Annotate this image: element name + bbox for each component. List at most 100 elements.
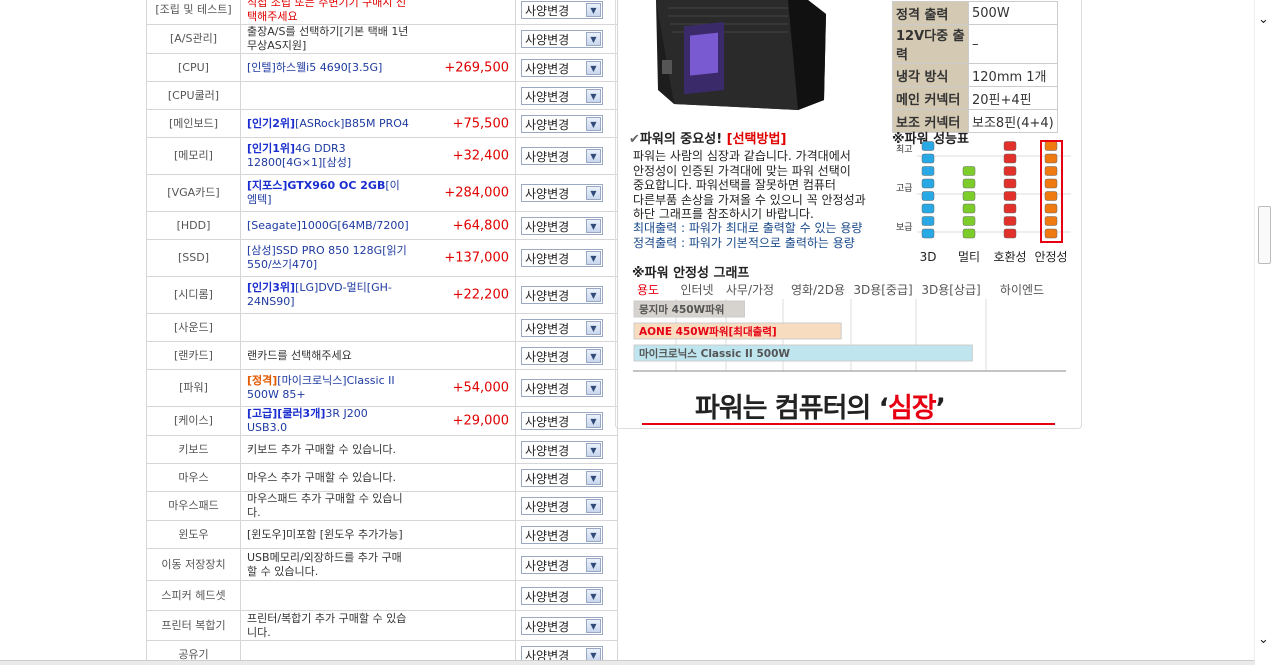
- option-name-part: [인기2위]: [247, 116, 296, 130]
- scroll-up-icon[interactable]: ⌄: [1255, 12, 1272, 27]
- spec-key: 정격 출력: [892, 1, 969, 25]
- slogan-highlight: 심장: [887, 393, 937, 424]
- chevron-down-icon[interactable]: ▼: [586, 149, 601, 163]
- select-value: 사양변경: [525, 558, 570, 573]
- spec-change-select[interactable]: 사양변경 ▼: [521, 184, 603, 202]
- spec-change-select[interactable]: 사양변경 ▼: [521, 586, 603, 605]
- perf-bar-block: [1044, 166, 1058, 176]
- chevron-down-icon[interactable]: ▼: [586, 527, 601, 542]
- option-name: 출장A/S를 선택하기[기본 택배 1년 무상AS지원]: [247, 25, 509, 53]
- spec-change-select[interactable]: 사양변경 ▼: [521, 114, 603, 133]
- stability-category: 사무/가정: [726, 283, 774, 297]
- stability-category: 3D용[중급]: [853, 283, 912, 297]
- option-row: [VGA카드] [지포스]GTX960 OC 2GB[이엠텍] +284,000 사양…: [146, 174, 618, 212]
- option-selected: [삼성]SSD PRO 850 128G[읽기550/쓰기470] +137,00…: [240, 239, 516, 277]
- option-selected: [인기2위][ASRock]B85M PRO4 +75,500: [240, 109, 516, 138]
- chevron-down-icon[interactable]: ▼: [586, 348, 601, 363]
- option-selected: 키보드 추가 구매할 수 있습니다.: [240, 435, 516, 464]
- spec-change-select[interactable]: 사양변경 ▼: [521, 379, 603, 397]
- option-row: [사운드] 사양변경 ▼: [146, 313, 618, 342]
- spec-change-select[interactable]: 사양변경 ▼: [521, 346, 603, 365]
- chevron-down-icon[interactable]: ▼: [586, 618, 601, 633]
- spec-key: 냉각 방식: [892, 63, 969, 87]
- vertical-scrollbar[interactable]: ⌄ ⌄: [1254, 0, 1272, 665]
- option-name-part: 마우스패드 추가 구매할 수 있습니다.: [247, 492, 403, 519]
- spec-change-select[interactable]: 사양변경 ▼: [521, 616, 603, 635]
- select-value: 사양변경: [525, 33, 570, 47]
- chevron-down-icon[interactable]: ▼: [586, 251, 601, 265]
- option-selected: 랜카드를 선택해주세요: [240, 341, 516, 370]
- chevron-down-icon[interactable]: ▼: [586, 32, 601, 46]
- spec-change-select[interactable]: 사양변경 ▼: [521, 86, 603, 105]
- option-select-cell: 사양변경 ▼: [515, 369, 618, 407]
- option-select-cell: 사양변경 ▼: [515, 137, 618, 175]
- spec-change-select[interactable]: 사양변경 ▼: [521, 0, 603, 19]
- chevron-down-icon[interactable]: ▼: [586, 499, 601, 513]
- option-name-part: 마우스 추가 구매할 수 있습니다.: [247, 470, 397, 484]
- chevron-down-icon[interactable]: ▼: [586, 320, 601, 335]
- option-row: [케이스] [고급][쿨러3개]3R J200 USB3.0 +29,000 사양변경…: [146, 406, 618, 436]
- importance-body: 파워는 사람의 심장과 같습니다. 가격대에서 안정성이 인증된 가격대에 맞는 …: [633, 149, 895, 222]
- spec-key: 12V다중 출력: [892, 24, 969, 64]
- chevron-down-icon[interactable]: ▼: [586, 186, 601, 200]
- spec-change-select[interactable]: 사양변경 ▼: [521, 318, 603, 337]
- chevron-down-icon[interactable]: ▼: [586, 588, 601, 603]
- option-selected: 출장A/S를 선택하기[기본 택배 1년 무상AS지원]: [240, 24, 516, 54]
- perf-bar-block: [1003, 166, 1017, 176]
- spec-change-select[interactable]: 사양변경 ▼: [521, 30, 603, 48]
- option-select-cell: 사양변경 ▼: [515, 53, 618, 82]
- perf-column-label: 멀티: [958, 250, 980, 264]
- option-selected: [지포스]GTX960 OC 2GB[이엠텍] +284,000: [240, 174, 516, 212]
- option-select-cell: 사양변경 ▼: [515, 24, 618, 54]
- spec-change-select[interactable]: 사양변경 ▼: [521, 525, 603, 544]
- spec-change-select[interactable]: 사양변경 ▼: [521, 440, 603, 459]
- spec-change-select[interactable]: 사양변경 ▼: [521, 147, 603, 165]
- chevron-down-icon[interactable]: ▼: [586, 2, 601, 17]
- chevron-down-icon[interactable]: ▼: [586, 557, 601, 572]
- spec-value: 120mm 1개: [968, 63, 1058, 87]
- chevron-down-icon[interactable]: ▼: [586, 414, 601, 428]
- perf-bar-block: [962, 228, 976, 239]
- scroll-down-icon[interactable]: ⌄: [1255, 632, 1272, 647]
- option-category: [메모리]: [146, 137, 241, 175]
- spec-change-select[interactable]: 사양변경 ▼: [521, 468, 603, 487]
- spec-change-select[interactable]: 사양변경 ▼: [521, 412, 603, 430]
- selection-method-link[interactable]: [선택방법]: [727, 132, 787, 147]
- option-name: [윈도우]미포함 [윈도우 추가가능]: [247, 528, 509, 542]
- option-row: 마우스패드 마우스패드 추가 구매할 수 있습니다. 사양변경 ▼: [146, 491, 618, 521]
- chevron-down-icon[interactable]: ▼: [586, 60, 601, 75]
- option-row: [메모리] [인기1위]4G DDR3 12800[4G×1][삼성] +32,40…: [146, 137, 618, 175]
- option-category: [파워]: [146, 369, 241, 407]
- spec-value: 500W: [968, 1, 1058, 25]
- stability-bar-label: 뭉지마 450W파워: [639, 303, 724, 316]
- option-category: 윈도우: [146, 520, 241, 549]
- spec-change-select[interactable]: 사양변경 ▼: [521, 497, 603, 515]
- option-name-part: [인텔]하스웰i5 4690[3.5G]: [247, 60, 383, 74]
- spec-change-select[interactable]: 사양변경 ▼: [521, 216, 603, 235]
- slogan-post: ’: [935, 393, 946, 424]
- spec-change-select[interactable]: 사양변경 ▼: [521, 286, 603, 304]
- option-category: 키보드: [146, 435, 241, 464]
- perf-bar-block: [1003, 203, 1017, 214]
- option-select-cell: 사양변경 ▼: [515, 174, 618, 212]
- chevron-down-icon[interactable]: ▼: [586, 381, 601, 395]
- chevron-down-icon[interactable]: ▼: [586, 288, 601, 302]
- chevron-down-icon[interactable]: ▼: [586, 218, 601, 233]
- option-select-cell: 사양변경 ▼: [515, 341, 618, 370]
- perf-bar-block: [921, 178, 935, 189]
- chevron-down-icon[interactable]: ▼: [586, 116, 601, 131]
- option-price: +54,000: [452, 380, 509, 396]
- chevron-down-icon[interactable]: ▼: [586, 442, 601, 457]
- chevron-down-icon[interactable]: ▼: [586, 470, 601, 485]
- scroll-thumb[interactable]: [1258, 206, 1271, 264]
- pc-options-table: [조립 및 테스트] 직접 조립 또는 주변기기 구매시 선택해주세요 사양변경 ▼[…: [146, 0, 618, 665]
- option-category: 이동 저장장치: [146, 548, 241, 581]
- option-category: 마우스패드: [146, 491, 241, 521]
- spec-change-select[interactable]: 사양변경 ▼: [521, 58, 603, 77]
- option-category: 프린터 복합기: [146, 610, 241, 641]
- power-performance-chart: 최고고급보급 3D 멀티 호환성 안정성: [896, 140, 1071, 264]
- spec-value: 보조8핀(4+4): [968, 109, 1058, 133]
- spec-change-select[interactable]: 사양변경 ▼: [521, 249, 603, 267]
- chevron-down-icon[interactable]: ▼: [586, 88, 601, 103]
- spec-change-select[interactable]: 사양변경 ▼: [521, 555, 603, 574]
